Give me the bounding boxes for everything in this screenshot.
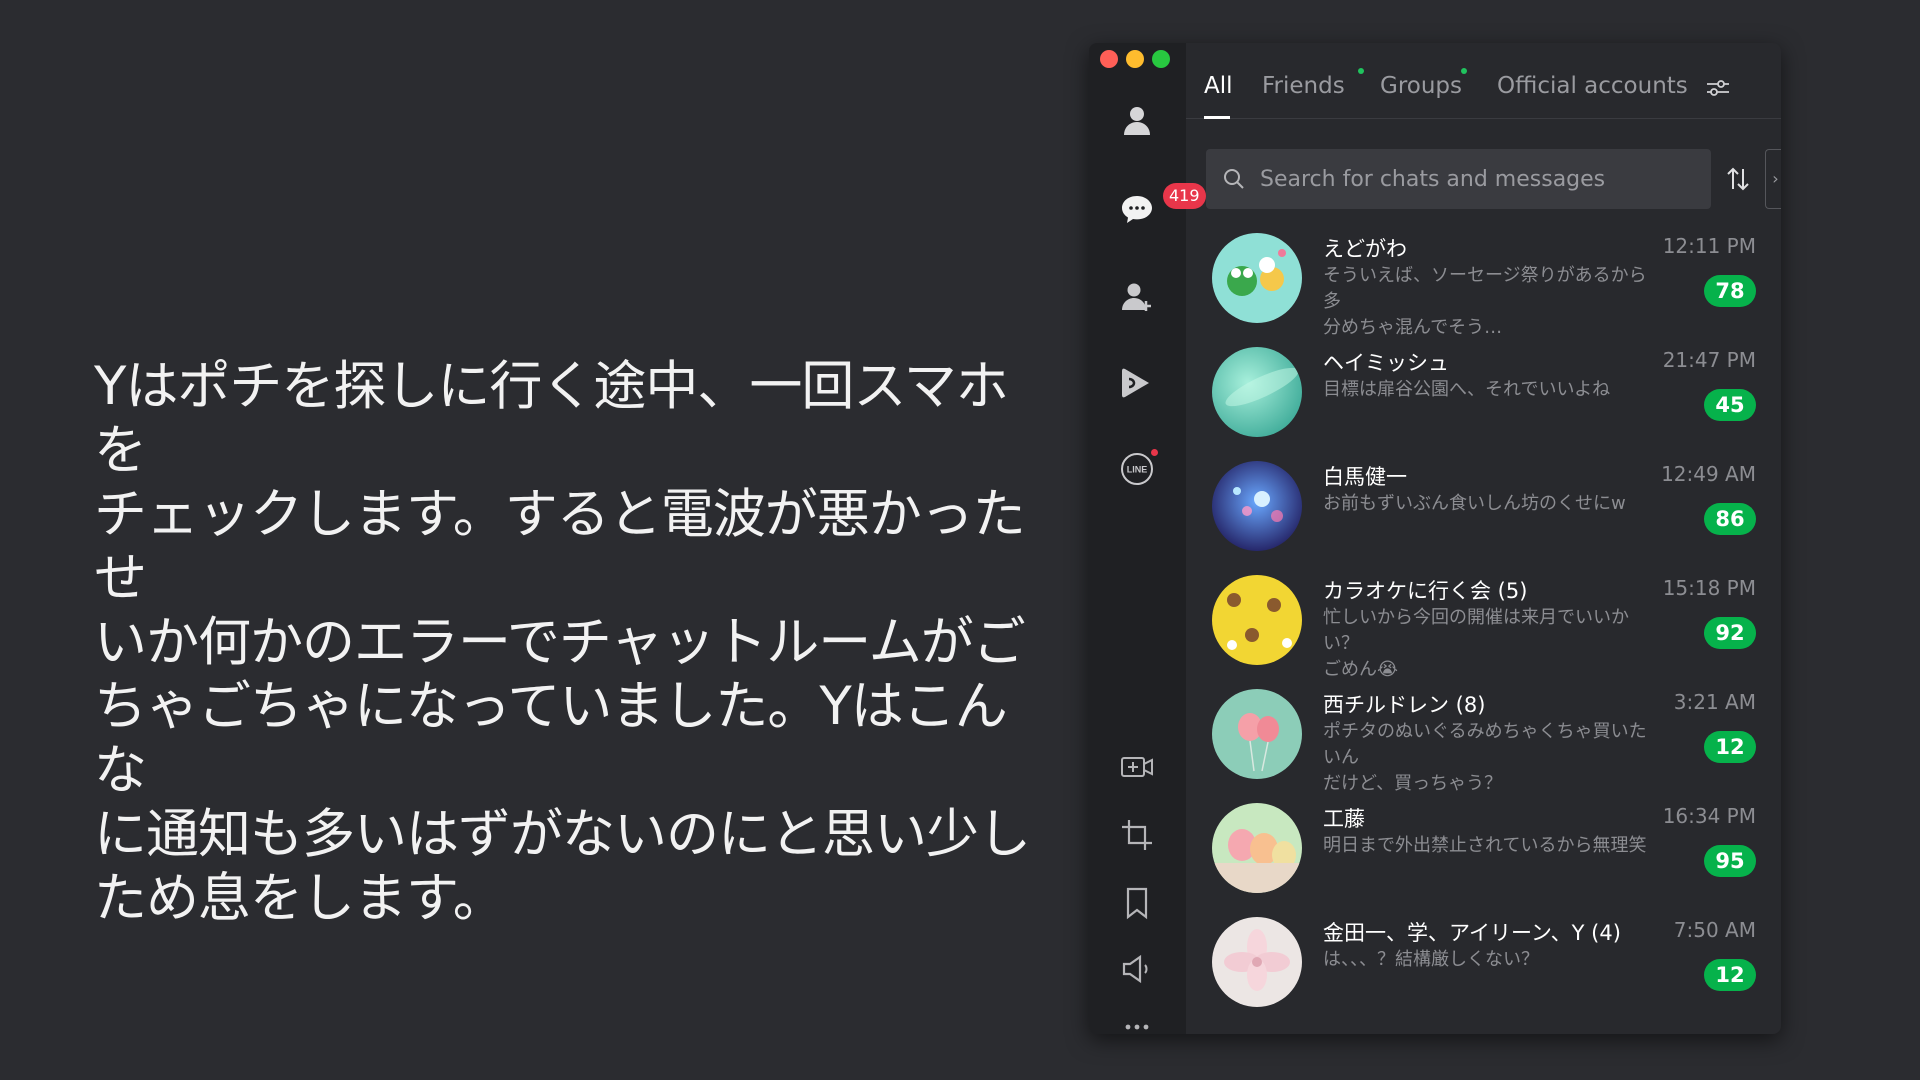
avatar	[1212, 575, 1302, 665]
chat-preview: ポチタのぬいぐるみめちゃくちゃ買いたいん だけど、買っちゃう？	[1323, 721, 1647, 794]
speaker-icon	[1122, 954, 1148, 984]
chat-panel: All Friends Groups Official accounts › え…	[1186, 43, 1781, 1034]
unread-count-badge: 92	[1704, 617, 1756, 649]
chat-preview: 忙しいから今回の開催は来月でいいかい？ ごめん😭	[1323, 607, 1629, 680]
chat-list-item[interactable]: カラオケに行く会 (5) 忙しいから今回の開催は来月でいいかい？ ごめん😭 15…	[1186, 567, 1781, 681]
chat-preview: そういえば、ソーセージ祭りがあるから多 分めちゃ混んでそう…	[1323, 265, 1647, 338]
sidebar-video-call[interactable]	[1117, 747, 1157, 787]
sidebar-screenshot[interactable]	[1117, 815, 1157, 855]
window-controls	[1100, 50, 1170, 68]
chat-preview: 明日まで外出禁止されているから無理笑	[1323, 835, 1647, 856]
unread-count-badge: 86	[1704, 503, 1756, 535]
chat-list-item[interactable]: 西チルドレン (8) ポチタのぬいぐるみめちゃくちゃ買いたいん だけど、買っちゃ…	[1186, 681, 1781, 795]
chat-time: 7:50 AM	[1673, 918, 1756, 942]
chat-name: 白馬健一	[1323, 465, 1407, 489]
avatar	[1212, 689, 1302, 779]
chat-name: 金田一、学、アイリーン、Y (4)	[1323, 921, 1621, 945]
active-tab-underline	[1204, 116, 1230, 119]
chat-name: 西チルドレン (8)	[1323, 693, 1486, 717]
groups-new-dot	[1461, 68, 1467, 74]
sidebar-friends-profile[interactable]	[1117, 101, 1157, 141]
chat-name: 工藤	[1323, 807, 1365, 831]
chat-list-item[interactable]: 白馬健一 お前もずいぶん食いしん坊のくせにw 12:49 AM 86	[1186, 453, 1781, 567]
sort-icon[interactable]	[1722, 163, 1754, 195]
narration-text: Yはポチを探しに行く途中、一回スマホを チェックします。すると電波が悪かったせ …	[94, 356, 1031, 929]
sidebar-keep[interactable]	[1117, 883, 1157, 923]
avatar	[1212, 917, 1302, 1007]
chat-name: えどがわ	[1323, 237, 1407, 261]
line-logo-icon: LINE	[1121, 453, 1153, 485]
chat-list: えどがわ そういえば、ソーセージ祭りがあるから多 分めちゃ混んでそう… 12:1…	[1186, 225, 1781, 1023]
search-box	[1206, 149, 1711, 209]
avatar	[1212, 233, 1302, 323]
line-logo-label: LINE	[1127, 465, 1148, 475]
sidebar-voom[interactable]	[1117, 363, 1157, 403]
more-dots-icon	[1125, 1024, 1149, 1030]
friends-new-dot	[1358, 68, 1364, 74]
chat-time: 12:49 AM	[1661, 462, 1756, 486]
chat-time: 15:18 PM	[1662, 576, 1756, 600]
tab-bar: All Friends Groups Official accounts	[1186, 43, 1781, 119]
chat-name: カラオケに行く会 (5)	[1323, 579, 1528, 603]
sidebar: 419 LINE	[1089, 43, 1206, 1034]
chat-list-item[interactable]: 金田一、学、アイリーン、Y (4) は、、、？結構厳しくない？ 7:50 AM …	[1186, 909, 1781, 1023]
sidebar-chats[interactable]: 419	[1117, 183, 1206, 229]
search-input[interactable]	[1260, 166, 1700, 192]
notification-dot	[1151, 449, 1158, 456]
chat-time: 16:34 PM	[1662, 804, 1756, 828]
tab-all[interactable]: All	[1204, 73, 1233, 99]
chat-time: 21:47 PM	[1662, 348, 1756, 372]
chat-name: ヘイミッシュ	[1323, 351, 1449, 375]
chat-list-item[interactable]: ヘイミッシュ 目標は扉谷公園へ、それでいいよね 21:47 PM 45	[1186, 339, 1781, 453]
chat-preview: 目標は扉谷公園へ、それでいいよね	[1323, 379, 1611, 400]
chat-time: 3:21 AM	[1673, 690, 1756, 714]
tab-friends[interactable]: Friends	[1262, 73, 1345, 99]
avatar	[1212, 461, 1302, 551]
minimize-window-button[interactable]	[1126, 50, 1144, 68]
add-friend-icon	[1122, 283, 1151, 311]
chat-list-item[interactable]: えどがわ そういえば、ソーセージ祭りがあるから多 分めちゃ混んでそう… 12:1…	[1186, 225, 1781, 339]
chat-list-item[interactable]: 工藤 明日まで外出禁止されているから無理笑 16:34 PM 95	[1186, 795, 1781, 909]
tab-official-accounts[interactable]: Official accounts	[1497, 73, 1688, 99]
voom-icon	[1122, 368, 1149, 398]
chat-bubble-icon	[1122, 196, 1152, 223]
filter-settings-icon[interactable]	[1704, 74, 1732, 102]
person-icon	[1124, 107, 1150, 135]
avatar	[1212, 347, 1302, 437]
chat-preview: は、、、？結構厳しくない？	[1323, 949, 1539, 970]
sidebar-line-service[interactable]: LINE	[1117, 449, 1158, 489]
sidebar-add-friend[interactable]	[1117, 277, 1157, 317]
crop-icon	[1122, 820, 1152, 850]
search-icon	[1224, 169, 1244, 189]
line-app-window: 419 LINE All Friends Groups Official acc…	[1089, 43, 1781, 1034]
unread-count-badge: 78	[1704, 275, 1756, 307]
avatar	[1212, 803, 1302, 893]
unread-count-badge: 12	[1704, 731, 1756, 763]
close-window-button[interactable]	[1100, 50, 1118, 68]
chat-time: 12:11 PM	[1662, 234, 1756, 258]
chat-preview: お前もずいぶん食いしん坊のくせにw	[1323, 493, 1626, 514]
sidebar-more[interactable]	[1117, 1007, 1157, 1034]
zoom-window-button[interactable]	[1152, 50, 1170, 68]
unread-count-badge: 95	[1704, 845, 1756, 877]
expand-chevron-icon[interactable]: ›	[1765, 149, 1781, 209]
tab-groups[interactable]: Groups	[1380, 73, 1462, 99]
video-call-icon	[1121, 757, 1153, 777]
unread-count-badge: 12	[1704, 959, 1756, 991]
bookmark-icon	[1126, 887, 1148, 920]
unread-count-badge: 45	[1704, 389, 1756, 421]
sidebar-announcements[interactable]	[1117, 949, 1157, 989]
